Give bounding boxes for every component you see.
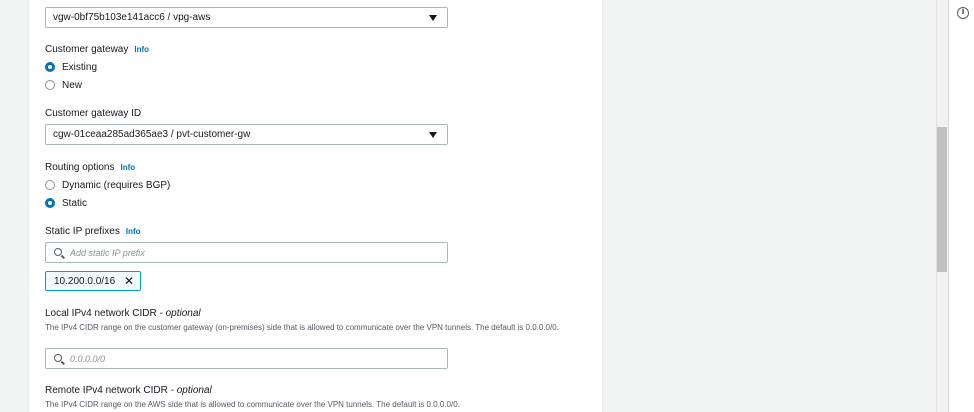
routing-options-heading: Routing options Info [45, 162, 135, 173]
radio-new[interactable] [45, 80, 55, 90]
customer-gateway-id-value: cgw-01ceaa285ad365ae3 / pvt-customer-gw [53, 129, 251, 140]
local-cidr-description: The IPv4 CIDR range on the customer gate… [45, 323, 559, 332]
customer-gateway-info-link[interactable]: Info [134, 45, 149, 54]
virtual-private-gateway-value: vgw-0bf75b103e141acc6 / vpg-aws [53, 12, 211, 23]
radio-dynamic[interactable] [45, 180, 55, 190]
static-ip-prefix-token: 10.200.0.0/16 ✕ [45, 271, 141, 291]
static-ip-prefix-search[interactable] [45, 242, 448, 263]
help-side-strip [948, 0, 974, 412]
static-ip-prefixes-info-link[interactable]: Info [126, 227, 141, 236]
local-cidr-heading: Local IPv4 network CIDR - optional [45, 308, 201, 319]
left-gutter [0, 0, 28, 412]
scrollbar-thumb[interactable] [937, 127, 947, 272]
local-cidr-label: Local IPv4 network CIDR [45, 308, 157, 319]
radio-static[interactable] [45, 198, 55, 208]
right-empty-area [604, 0, 936, 412]
customer-gateway-heading: Customer gateway Info [45, 44, 149, 55]
customer-gateway-label: Customer gateway [45, 44, 129, 55]
customer-gateway-id-select[interactable]: cgw-01ceaa285ad365ae3 / pvt-customer-gw [45, 124, 448, 145]
static-ip-prefix-input[interactable] [70, 245, 440, 260]
caret-down-icon [429, 15, 437, 21]
customer-gateway-id-label: Customer gateway ID [45, 108, 142, 119]
radio-static-label: Static [62, 198, 88, 209]
routing-options-info-link[interactable]: Info [121, 163, 136, 172]
remote-cidr-description: The IPv4 CIDR range on the AWS side that… [45, 400, 460, 409]
caret-down-icon [429, 132, 437, 138]
virtual-private-gateway-select[interactable]: vgw-0bf75b103e141acc6 / vpg-aws [45, 7, 448, 28]
static-ip-prefixes-heading: Static IP prefixes Info [45, 226, 141, 237]
local-cidr-input[interactable] [70, 351, 440, 366]
info-icon[interactable]: i [957, 7, 969, 19]
remote-cidr-label: Remote IPv4 network CIDR [45, 385, 168, 396]
static-ip-prefixes-label: Static IP prefixes [45, 226, 120, 237]
search-icon [54, 354, 62, 362]
local-cidr-search[interactable] [45, 348, 448, 369]
radio-existing-label: Existing [62, 62, 98, 73]
radio-dynamic-label: Dynamic (requires BGP) [62, 180, 171, 191]
remote-cidr-heading: Remote IPv4 network CIDR - optional [45, 385, 212, 396]
radio-existing[interactable] [45, 62, 55, 72]
routing-options-label: Routing options [45, 162, 115, 173]
token-label: 10.200.0.0/16 [54, 276, 116, 287]
remote-cidr-optional: - optional [170, 385, 212, 396]
close-icon[interactable]: ✕ [124, 274, 134, 288]
page: vgw-0bf75b103e141acc6 / vpg-aws Customer… [0, 0, 974, 412]
radio-new-label: New [62, 80, 83, 91]
local-cidr-optional: - optional [159, 308, 201, 319]
search-icon [54, 248, 62, 256]
